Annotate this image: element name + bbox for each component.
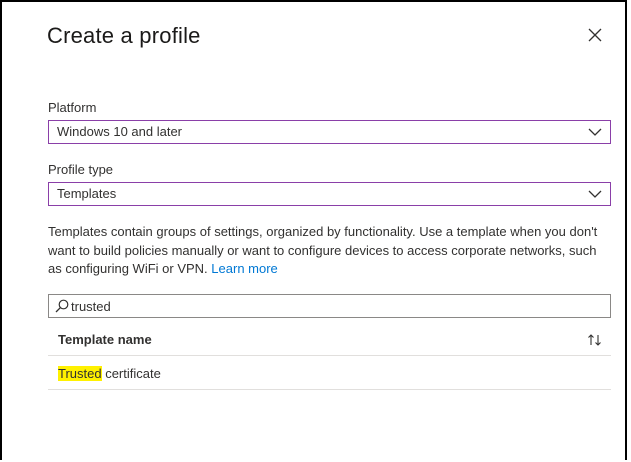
table-header: Template name [48,324,611,356]
templates-description: Templates contain groups of settings, or… [48,223,608,279]
learn-more-link[interactable]: Learn more [211,261,277,276]
sort-icon[interactable] [587,333,603,347]
profile-type-label: Profile type [48,162,114,177]
chevron-down-icon [588,190,602,198]
platform-value: Windows 10 and later [57,124,183,139]
template-name-rest: certificate [101,366,161,381]
close-button[interactable] [586,26,604,44]
profile-type-value: Templates [57,186,117,201]
template-name-cell: Trusted certificate [58,366,161,381]
close-icon [588,28,602,42]
search-match-highlight: Trusted [58,366,102,381]
chevron-down-icon [588,128,602,136]
template-search-box[interactable] [48,294,611,318]
platform-dropdown[interactable]: Windows 10 and later [48,120,611,144]
platform-label: Platform [48,100,97,115]
search-input[interactable] [71,296,591,316]
search-icon [55,299,69,313]
table-row[interactable]: Trusted certificate [48,357,611,390]
dialog-title: Create a profile [47,23,201,48]
column-header-template-name[interactable]: Template name [58,332,152,347]
description-text: Templates contain groups of settings, or… [48,224,598,276]
create-profile-panel: Create a profile Platform Windows 10 and… [0,0,627,460]
profile-type-dropdown[interactable]: Templates [48,182,611,206]
